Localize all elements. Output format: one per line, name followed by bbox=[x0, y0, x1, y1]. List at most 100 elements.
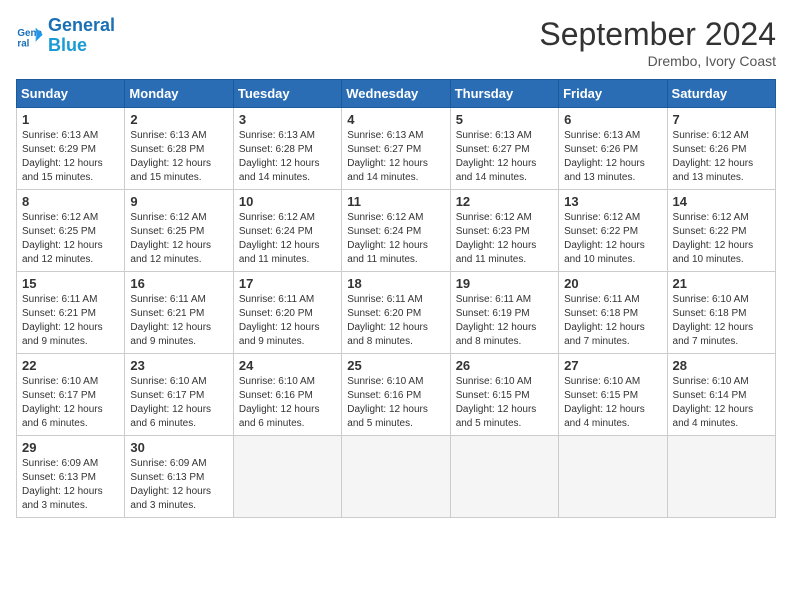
calendar-cell: 25 Sunrise: 6:10 AMSunset: 6:16 PMDayligh… bbox=[342, 354, 450, 436]
day-detail: Sunrise: 6:13 AMSunset: 6:28 PMDaylight:… bbox=[130, 129, 227, 185]
title-block: September 2024 Drembo, Ivory Coast bbox=[539, 16, 776, 69]
day-number: 2 bbox=[130, 112, 227, 127]
day-number: 7 bbox=[673, 112, 770, 127]
day-detail: Sunrise: 6:13 AMSunset: 6:26 PMDaylight:… bbox=[564, 129, 661, 185]
calendar-cell bbox=[559, 436, 667, 518]
day-number: 24 bbox=[239, 358, 336, 373]
calendar-week-4: 22Sunrise: 6:10 AMSunset: 6:17 PMDayligh… bbox=[17, 354, 776, 436]
day-number: 12 bbox=[456, 194, 553, 209]
calendar-cell: 4Sunrise: 6:13 AMSunset: 6:27 PMDaylight… bbox=[342, 108, 450, 190]
day-detail: Sunrise: 6:09 AMSunset: 6:13 PMDaylight:… bbox=[130, 457, 227, 513]
calendar-cell: 18 Sunrise: 6:11 AMSunset: 6:20 PMDayligh… bbox=[342, 272, 450, 354]
day-detail: Sunrise: 6:10 AMSunset: 6:15 PMDaylight:… bbox=[564, 375, 661, 431]
calendar-cell: 6Sunrise: 6:13 AMSunset: 6:26 PMDaylight… bbox=[559, 108, 667, 190]
calendar-cell: 23 Sunrise: 6:10 AMSunset: 6:17 PMDayligh… bbox=[125, 354, 233, 436]
day-header-wednesday: Wednesday bbox=[342, 80, 450, 108]
day-number: 5 bbox=[456, 112, 553, 127]
day-detail: Sunrise: 6:10 AMSunset: 6:17 PMDaylight:… bbox=[22, 375, 119, 431]
day-detail: Sunrise: 6:13 AMSunset: 6:29 PMDaylight:… bbox=[22, 129, 119, 185]
calendar-cell: 1 Sunrise: 6:13 AMSunset: 6:29 PMDaylight… bbox=[17, 108, 125, 190]
day-detail: Sunrise: 6:11 AMSunset: 6:21 PMDaylight:… bbox=[130, 293, 227, 349]
calendar-cell: 26Sunrise: 6:10 AMSunset: 6:15 PMDayligh… bbox=[450, 354, 558, 436]
day-number: 25 bbox=[347, 358, 444, 373]
calendar-cell: 11 Sunrise: 6:12 AMSunset: 6:24 PMDayligh… bbox=[342, 190, 450, 272]
calendar-cell bbox=[450, 436, 558, 518]
calendar-cell: 22Sunrise: 6:10 AMSunset: 6:17 PMDayligh… bbox=[17, 354, 125, 436]
day-detail: Sunrise: 6:12 AMSunset: 6:24 PMDaylight:… bbox=[347, 211, 444, 267]
day-detail: Sunrise: 6:10 AMSunset: 6:16 PMDaylight:… bbox=[239, 375, 336, 431]
svg-text:ral: ral bbox=[17, 38, 29, 49]
calendar-cell: 15 Sunrise: 6:11 AMSunset: 6:21 PMDayligh… bbox=[17, 272, 125, 354]
day-number: 11 bbox=[347, 194, 444, 209]
calendar-cell: 2 Sunrise: 6:13 AMSunset: 6:28 PMDaylight… bbox=[125, 108, 233, 190]
calendar-cell: 13Sunrise: 6:12 AMSunset: 6:22 PMDayligh… bbox=[559, 190, 667, 272]
calendar-header-row: SundayMondayTuesdayWednesdayThursdayFrid… bbox=[17, 80, 776, 108]
day-detail: Sunrise: 6:12 AMSunset: 6:26 PMDaylight:… bbox=[673, 129, 770, 185]
day-number: 3 bbox=[239, 112, 336, 127]
day-detail: Sunrise: 6:10 AMSunset: 6:17 PMDaylight:… bbox=[130, 375, 227, 431]
calendar-cell: 8 Sunrise: 6:12 AMSunset: 6:25 PMDaylight… bbox=[17, 190, 125, 272]
day-detail: Sunrise: 6:09 AMSunset: 6:13 PMDaylight:… bbox=[22, 457, 119, 513]
calendar-week-2: 8 Sunrise: 6:12 AMSunset: 6:25 PMDaylight… bbox=[17, 190, 776, 272]
logo: Gene ral General Blue bbox=[16, 16, 115, 56]
day-number: 23 bbox=[130, 358, 227, 373]
day-number: 20 bbox=[564, 276, 661, 291]
day-detail: Sunrise: 6:10 AMSunset: 6:18 PMDaylight:… bbox=[673, 293, 770, 349]
calendar-week-1: 1 Sunrise: 6:13 AMSunset: 6:29 PMDaylight… bbox=[17, 108, 776, 190]
day-header-sunday: Sunday bbox=[17, 80, 125, 108]
day-detail: Sunrise: 6:12 AMSunset: 6:25 PMDaylight:… bbox=[22, 211, 119, 267]
calendar-cell: 12Sunrise: 6:12 AMSunset: 6:23 PMDayligh… bbox=[450, 190, 558, 272]
day-detail: Sunrise: 6:12 AMSunset: 6:22 PMDaylight:… bbox=[673, 211, 770, 267]
logo-icon: Gene ral bbox=[16, 22, 44, 50]
day-detail: Sunrise: 6:13 AMSunset: 6:27 PMDaylight:… bbox=[347, 129, 444, 185]
day-number: 28 bbox=[673, 358, 770, 373]
day-number: 1 bbox=[22, 112, 119, 127]
logo-line1: General bbox=[48, 15, 115, 35]
day-number: 30 bbox=[130, 440, 227, 455]
calendar-cell: 7 Sunrise: 6:12 AMSunset: 6:26 PMDaylight… bbox=[667, 108, 775, 190]
calendar-week-3: 15 Sunrise: 6:11 AMSunset: 6:21 PMDayligh… bbox=[17, 272, 776, 354]
day-detail: Sunrise: 6:12 AMSunset: 6:25 PMDaylight:… bbox=[130, 211, 227, 267]
page-header: Gene ral General Blue September 2024 Dre… bbox=[16, 16, 776, 69]
day-detail: Sunrise: 6:10 AMSunset: 6:16 PMDaylight:… bbox=[347, 375, 444, 431]
day-number: 18 bbox=[347, 276, 444, 291]
day-detail: Sunrise: 6:12 AMSunset: 6:24 PMDaylight:… bbox=[239, 211, 336, 267]
day-number: 8 bbox=[22, 194, 119, 209]
day-number: 26 bbox=[456, 358, 553, 373]
calendar-cell: 28 Sunrise: 6:10 AMSunset: 6:14 PMDayligh… bbox=[667, 354, 775, 436]
day-detail: Sunrise: 6:11 AMSunset: 6:18 PMDaylight:… bbox=[564, 293, 661, 349]
day-header-tuesday: Tuesday bbox=[233, 80, 341, 108]
day-header-friday: Friday bbox=[559, 80, 667, 108]
calendar-cell: 14Sunrise: 6:12 AMSunset: 6:22 PMDayligh… bbox=[667, 190, 775, 272]
calendar-cell: 10Sunrise: 6:12 AMSunset: 6:24 PMDayligh… bbox=[233, 190, 341, 272]
calendar-cell bbox=[342, 436, 450, 518]
calendar-cell: 20 Sunrise: 6:11 AMSunset: 6:18 PMDayligh… bbox=[559, 272, 667, 354]
month-title: September 2024 bbox=[539, 16, 776, 53]
day-detail: Sunrise: 6:11 AMSunset: 6:20 PMDaylight:… bbox=[347, 293, 444, 349]
day-detail: Sunrise: 6:11 AMSunset: 6:21 PMDaylight:… bbox=[22, 293, 119, 349]
day-number: 9 bbox=[130, 194, 227, 209]
calendar-cell: 16 Sunrise: 6:11 AMSunset: 6:21 PMDayligh… bbox=[125, 272, 233, 354]
day-number: 19 bbox=[456, 276, 553, 291]
calendar-cell: 3 Sunrise: 6:13 AMSunset: 6:28 PMDaylight… bbox=[233, 108, 341, 190]
calendar-cell bbox=[233, 436, 341, 518]
calendar-week-5: 29Sunrise: 6:09 AMSunset: 6:13 PMDayligh… bbox=[17, 436, 776, 518]
location-text: Drembo, Ivory Coast bbox=[539, 53, 776, 69]
day-header-monday: Monday bbox=[125, 80, 233, 108]
day-detail: Sunrise: 6:11 AMSunset: 6:19 PMDaylight:… bbox=[456, 293, 553, 349]
day-header-thursday: Thursday bbox=[450, 80, 558, 108]
day-number: 16 bbox=[130, 276, 227, 291]
day-detail: Sunrise: 6:13 AMSunset: 6:27 PMDaylight:… bbox=[456, 129, 553, 185]
calendar-table: SundayMondayTuesdayWednesdayThursdayFrid… bbox=[16, 79, 776, 518]
calendar-cell: 27Sunrise: 6:10 AMSunset: 6:15 PMDayligh… bbox=[559, 354, 667, 436]
day-detail: Sunrise: 6:10 AMSunset: 6:14 PMDaylight:… bbox=[673, 375, 770, 431]
calendar-cell bbox=[667, 436, 775, 518]
calendar-cell: 29Sunrise: 6:09 AMSunset: 6:13 PMDayligh… bbox=[17, 436, 125, 518]
day-detail: Sunrise: 6:11 AMSunset: 6:20 PMDaylight:… bbox=[239, 293, 336, 349]
calendar-cell: 17 Sunrise: 6:11 AMSunset: 6:20 PMDayligh… bbox=[233, 272, 341, 354]
day-number: 17 bbox=[239, 276, 336, 291]
calendar-cell: 21Sunrise: 6:10 AMSunset: 6:18 PMDayligh… bbox=[667, 272, 775, 354]
day-number: 15 bbox=[22, 276, 119, 291]
day-detail: Sunrise: 6:13 AMSunset: 6:28 PMDaylight:… bbox=[239, 129, 336, 185]
day-header-saturday: Saturday bbox=[667, 80, 775, 108]
